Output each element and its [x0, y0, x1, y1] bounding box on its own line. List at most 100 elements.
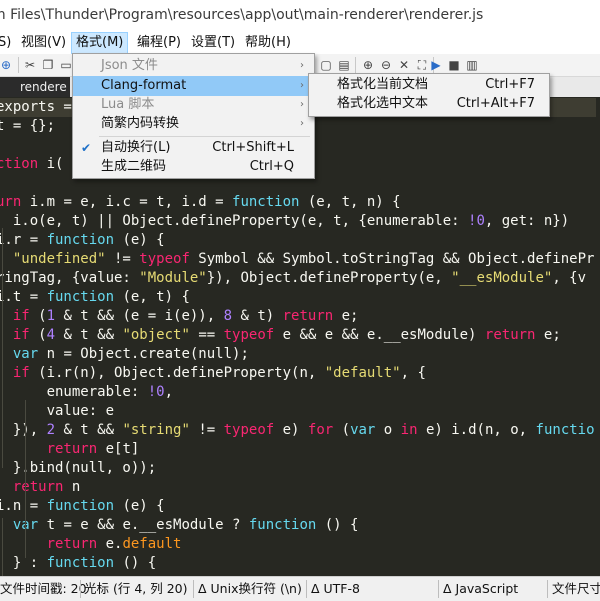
menu-item-clang-format[interactable]: Clang-format › — [73, 76, 314, 96]
zoom-out-icon[interactable]: ⊖ — [378, 57, 394, 73]
code-token: "__esModule" — [451, 270, 553, 286]
code-token: e. — [97, 536, 123, 552]
status-divider — [306, 580, 307, 598]
code-token: e) i.d(n, o, — [417, 422, 536, 438]
code-token: 4 — [46, 327, 56, 343]
status-language[interactable]: Δ JavaScript — [441, 577, 518, 601]
code-token: typeof — [139, 251, 190, 267]
menu-programming[interactable]: 编程(P) — [133, 33, 185, 53]
code-token: , { — [400, 365, 426, 381]
check-icon: ✔ — [81, 141, 92, 155]
save-icon[interactable]: ▤ — [336, 57, 352, 73]
code-token: t = e && e.__esModule ? — [38, 517, 249, 533]
menu-item-lua[interactable]: Lua 脚本 › — [73, 95, 314, 115]
code-token: function — [46, 232, 115, 248]
code-line: return n — [0, 478, 80, 497]
code-line: }), 2 & t && "string" != typeof e) for (… — [0, 421, 595, 440]
code-token: e) — [274, 422, 308, 438]
menu-item-qrcode[interactable]: 生成二维码 Ctrl+Q — [73, 157, 314, 177]
code-token: 8 — [223, 308, 233, 324]
code-token: o — [375, 422, 401, 438]
code-line: } : function () { — [0, 554, 156, 573]
menu-view[interactable]: 视图(V) — [17, 33, 70, 53]
code-token: () { — [114, 555, 157, 571]
toolbar-separator — [355, 57, 356, 73]
status-file-size: 文件尺寸 — [552, 581, 600, 596]
code-token: typeof — [223, 422, 275, 438]
code-token: != — [189, 422, 224, 438]
code-token: i.t = — [0, 289, 47, 305]
code-token: !0 — [468, 213, 485, 229]
zoom-in-icon[interactable]: ⊕ — [360, 57, 376, 73]
menu-search[interactable]: S) — [0, 33, 15, 53]
code-token: (e, t, n) { — [299, 194, 401, 210]
code-token: value: e — [0, 403, 115, 419]
tab-renderer[interactable]: rendere — [0, 77, 70, 97]
code-token: "undefined" — [12, 251, 106, 267]
chevron-right-icon: › — [300, 118, 304, 129]
code-line: i.r = function (e) { — [0, 231, 165, 250]
status-modified-time: 文件时间戳: 20 — [0, 581, 87, 596]
code-token: != — [105, 251, 140, 267]
status-cursor-position[interactable]: 光标 (行 4, 列 20) — [82, 577, 187, 601]
code-token: () { — [316, 517, 359, 533]
status-divider — [80, 580, 81, 598]
code-line: if (4 & t && "object" == typeof e && e &… — [0, 326, 561, 345]
copy-icon[interactable]: ❐ — [40, 57, 56, 73]
code-token: function — [46, 289, 115, 305]
code-token: function — [232, 194, 300, 210]
code-token: ( — [29, 327, 47, 343]
menu-format[interactable]: 格式(M) — [71, 32, 129, 54]
code-token: "default" — [324, 365, 401, 381]
code-token: n — [63, 479, 81, 495]
status-encoding[interactable]: Δ UTF-8 — [309, 577, 360, 601]
code-line: i.t = function (e, t) { — [0, 288, 190, 307]
code-token: exports = — [0, 99, 81, 115]
status-line-ending[interactable]: Δ Unix换行符 (\n) — [196, 577, 302, 601]
copy-doc-icon[interactable]: ▢ — [318, 57, 334, 73]
record-icon[interactable]: ■ — [446, 57, 462, 73]
code-token: (e, t) { — [114, 289, 190, 305]
menu-help[interactable]: 帮助(H) — [241, 33, 295, 53]
code-token: in — [400, 422, 418, 438]
code-token: ( — [333, 422, 351, 438]
chevron-right-icon: › — [300, 60, 304, 71]
code-token: functio — [535, 422, 595, 438]
code-token: if — [12, 365, 30, 381]
code-token: i.n = — [0, 498, 47, 514]
clipboard-icon[interactable]: ▥ — [464, 57, 480, 73]
new-icon[interactable]: ⊕ — [0, 57, 14, 73]
code-token: return — [12, 479, 64, 495]
menu-item-code-convert[interactable]: 简繁内码转换 › — [73, 114, 314, 134]
code-token: !0 — [147, 384, 165, 400]
code-token: typeof — [223, 327, 275, 343]
menu-item-format-selection[interactable]: 格式化选中文本 Ctrl+Alt+F7 — [309, 94, 549, 114]
code-token: ringTag, {value: — [0, 270, 140, 286]
menu-settings[interactable]: 设置(T) — [187, 33, 239, 53]
run-icon[interactable]: ▶ — [428, 57, 444, 73]
menu-item-json[interactable]: Json 文件 › — [73, 56, 314, 76]
code-token: ( — [29, 308, 47, 324]
status-divider — [193, 580, 194, 598]
code-token: if — [12, 308, 30, 324]
code-token: (e) { — [114, 232, 165, 248]
code-token: function — [46, 498, 115, 514]
code-token: function — [46, 555, 115, 571]
code-line: value: e — [0, 402, 114, 421]
menu-item-format-document[interactable]: 格式化当前文档 Ctrl+F7 — [309, 75, 549, 95]
code-token: }.bind(null, o)); — [0, 460, 157, 476]
menu-item-word-wrap[interactable]: ✔ 自动换行(L) Ctrl+Shift+L — [73, 138, 314, 158]
code-line: "undefined" != typeof Symbol && Symbol.t… — [0, 250, 595, 269]
code-token: return — [46, 536, 98, 552]
code-line: var n = Object.create(null); — [0, 345, 249, 364]
cut-icon[interactable]: ✂ — [22, 57, 38, 73]
code-token: ction — [0, 156, 39, 172]
code-token: e; — [333, 308, 359, 324]
status-divider — [547, 580, 548, 598]
code-token: }), — [0, 422, 47, 438]
indent-guide — [2, 228, 3, 468]
close-icon[interactable]: ✕ — [396, 57, 412, 73]
code-token: urn — [0, 194, 22, 210]
